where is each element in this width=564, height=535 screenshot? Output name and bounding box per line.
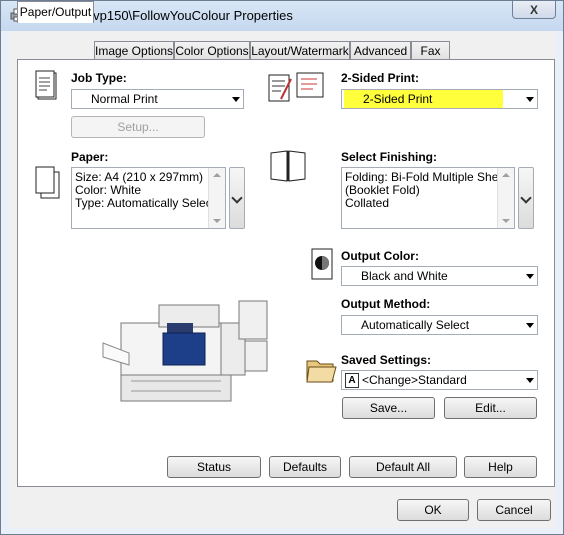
printer-illustration [102,300,268,402]
two-sided-print-icon [268,72,324,102]
job-type-value: Normal Print [91,92,158,106]
output-color-label: Output Color: [341,249,419,263]
tab-advanced[interactable]: Advanced [350,41,411,60]
select-finishing-label: Select Finishing: [341,150,438,164]
chevron-down-icon [526,97,534,102]
two-sided-print-select[interactable]: 2-Sided Print [341,89,538,109]
paper-listbox[interactable]: Size: A4 (210 x 297mm) Color: White Type… [71,167,226,229]
output-method-value: Automatically Select [361,318,470,332]
setup-button[interactable]: Setup... [71,116,205,138]
paper-type-line: Type: Automatically Select [75,196,216,210]
close-icon: X [529,2,538,17]
paper-icon [35,166,60,199]
output-color-select[interactable]: Black and White [341,266,538,286]
help-button[interactable]: Help [464,456,537,478]
finishing-icon [270,150,306,182]
output-color-value: Black and White [361,269,448,283]
cancel-button[interactable]: Cancel [477,499,551,521]
folder-icon [306,360,337,383]
finishing-dropdown-button[interactable] [518,167,534,229]
properties-window: \\kwabaymvp150\FollowYouColour Propertie… [0,0,564,535]
status-button[interactable]: Status [167,456,261,478]
tab-image-options[interactable]: Image Options [94,41,174,60]
chevron-down-icon [232,97,240,102]
paper-dropdown-button[interactable] [229,167,245,229]
saved-settings-select[interactable]: A <Change>Standard [341,370,538,390]
saved-settings-value: <Change>Standard [362,373,467,387]
job-type-icon [35,70,57,100]
chevron-down-icon [526,378,534,383]
tab-paper-output[interactable]: Paper/Output [17,1,94,23]
save-button[interactable]: Save... [342,397,435,419]
two-sided-print-value: 2-Sided Print [344,90,503,108]
output-method-select[interactable]: Automatically Select [341,315,538,335]
tab-layout-watermark[interactable]: Layout/Watermark [250,41,350,60]
finishing-scrollbar[interactable] [497,168,514,228]
chevron-down-icon [526,323,534,328]
tab-color-options[interactable]: Color Options [174,41,250,60]
paper-label: Paper: [71,150,109,164]
default-all-button[interactable]: Default All [349,456,457,478]
saved-settings-badge-icon: A [345,373,359,388]
output-method-label: Output Method: [341,297,431,311]
edit-button[interactable]: Edit... [444,397,537,419]
saved-settings-label: Saved Settings: [341,353,432,367]
job-type-label: Job Type: [71,71,127,85]
paper-scrollbar[interactable] [208,168,225,228]
chevron-down-icon [526,274,534,279]
chevron-down-icon [520,192,532,204]
finishing-listbox[interactable]: Folding: Bi-Fold Multiple Sheets (Bookle… [341,167,515,229]
two-sided-print-label: 2-Sided Print: [341,71,420,85]
output-color-icon [311,248,333,280]
chevron-down-icon [231,192,243,204]
job-type-select[interactable]: Normal Print [71,89,244,109]
finishing-collated-line: Collated [345,196,390,210]
tab-fax[interactable]: Fax [411,41,450,60]
ok-button[interactable]: OK [397,499,469,521]
close-button[interactable]: X [512,1,556,19]
defaults-button[interactable]: Defaults [269,456,341,478]
